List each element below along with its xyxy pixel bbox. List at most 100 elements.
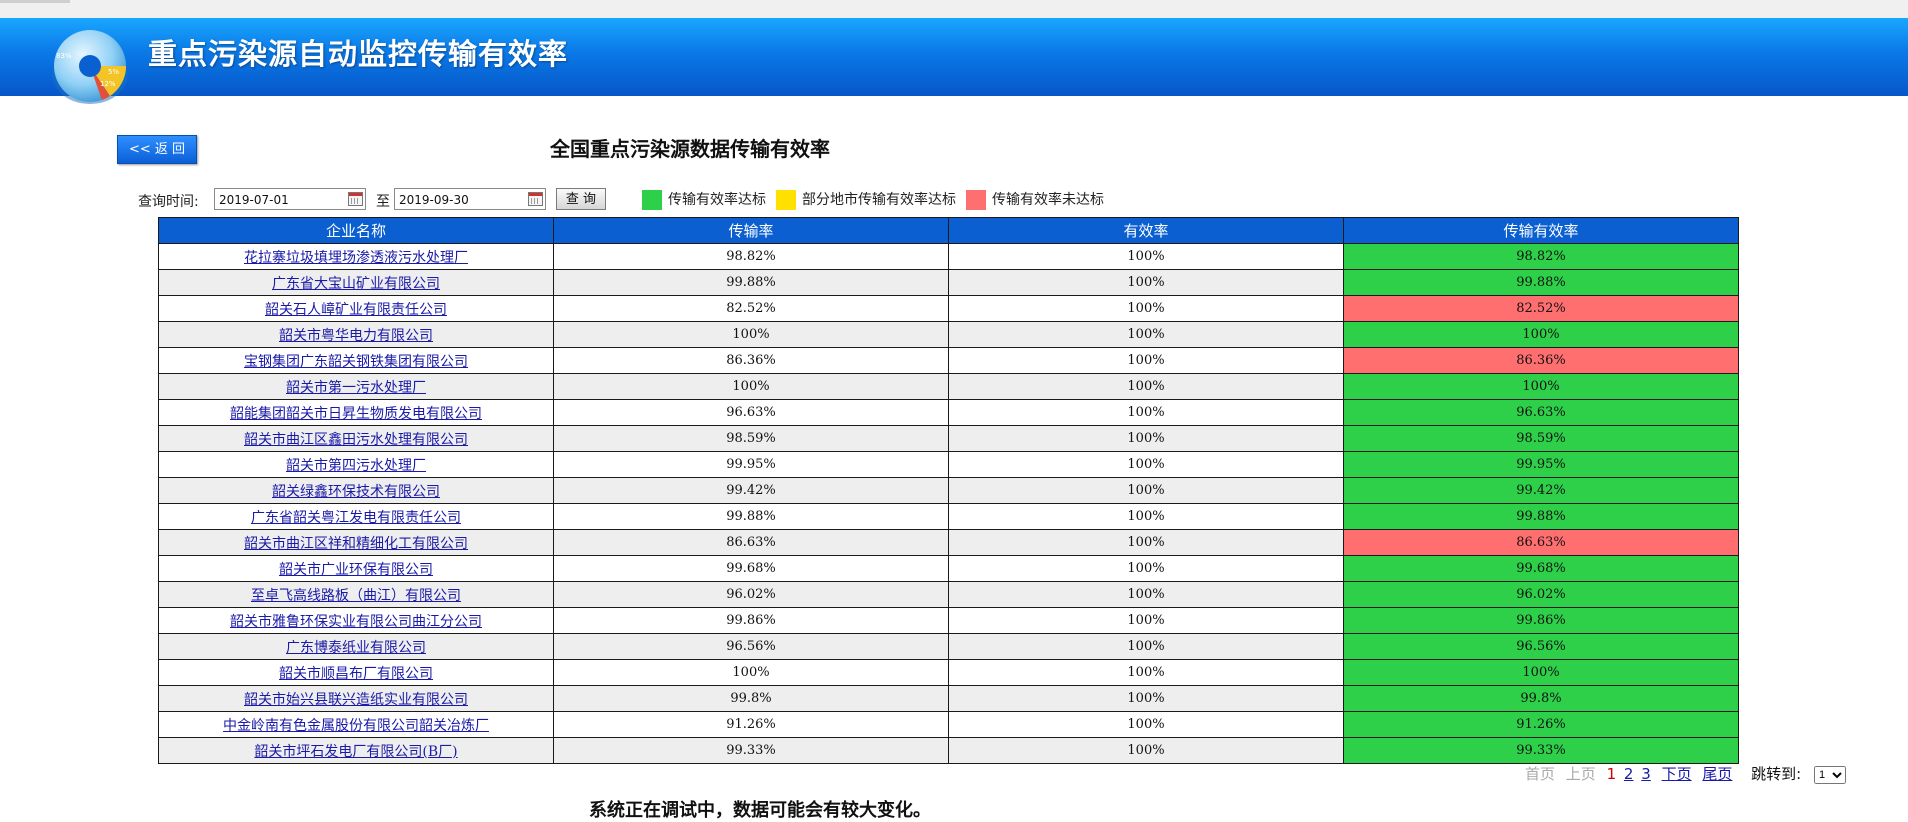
transfer-rate-cell: 98.82% xyxy=(553,243,949,270)
tab-indicator xyxy=(0,0,70,3)
company-link[interactable]: 宝钢集团广东韶关钢铁集团有限公司 xyxy=(244,354,468,370)
company-cell: 广东博泰纸业有限公司 xyxy=(158,633,554,660)
efficiency-table: 企业名称 传输率 有效率 传输有效率 花拉寨垃圾填埋场渗透液污水处理厂 98.82… xyxy=(158,217,1739,764)
calendar-icon[interactable] xyxy=(348,192,363,206)
page-title: 全国重点污染源数据传输有效率 xyxy=(550,137,830,161)
pager-page-1: 1 xyxy=(1606,765,1617,783)
table-row: 韶关市第四污水处理厂 99.95% 100% 99.95% xyxy=(158,451,1739,478)
transfer-rate-cell: 82.52% xyxy=(553,295,949,322)
company-link[interactable]: 花拉寨垃圾填埋场渗透液污水处理厂 xyxy=(244,250,468,266)
table-row: 韶能集团韶关市日昇生物质发电有限公司 96.63% 100% 96.63% xyxy=(158,399,1739,426)
to-label: 至 xyxy=(376,194,390,210)
table-row: 韶关市第一污水处理厂 100% 100% 100% xyxy=(158,373,1739,400)
transfer-rate-cell: 99.68% xyxy=(553,555,949,582)
efficiency-cell: 86.63% xyxy=(1343,529,1739,556)
table-row: 宝钢集团广东韶关钢铁集团有限公司 86.36% 100% 86.36% xyxy=(158,347,1739,374)
company-link[interactable]: 韶关市曲江区祥和精细化工有限公司 xyxy=(244,536,468,552)
table-row: 韶关市曲江区鑫田污水处理有限公司 98.59% 100% 98.59% xyxy=(158,425,1739,452)
company-link[interactable]: 至卓飞高线路板（曲江）有限公司 xyxy=(251,588,461,604)
valid-rate-cell: 100% xyxy=(948,711,1344,738)
efficiency-cell: 96.02% xyxy=(1343,581,1739,608)
end-date-value: 2019-09-30 xyxy=(399,193,469,207)
end-date-input[interactable]: 2019-09-30 xyxy=(394,188,546,210)
company-link[interactable]: 广东省大宝山矿业有限公司 xyxy=(272,276,440,292)
table-row: 韶关石人嶂矿业有限责任公司 82.52% 100% 82.52% xyxy=(158,295,1739,322)
jump-page-select[interactable]: 1 xyxy=(1814,765,1847,784)
table-row: 韶关市曲江区祥和精细化工有限公司 86.63% 100% 86.63% xyxy=(158,529,1739,556)
company-cell: 韶关市第一污水处理厂 xyxy=(158,373,554,400)
transfer-rate-cell: 86.63% xyxy=(553,529,949,556)
transfer-rate-cell: 99.42% xyxy=(553,477,949,504)
valid-rate-cell: 100% xyxy=(948,347,1344,374)
start-date-input[interactable]: 2019-07-01 xyxy=(214,188,366,210)
company-link[interactable]: 韶关市曲江区鑫田污水处理有限公司 xyxy=(244,432,468,448)
company-link[interactable]: 中金岭南有色金属股份有限公司韶关冶炼厂 xyxy=(223,718,489,734)
query-button[interactable]: 查 询 xyxy=(556,188,606,210)
company-link[interactable]: 韶关市坪石发电厂有限公司(B厂) xyxy=(254,744,457,760)
calendar-icon[interactable] xyxy=(528,192,543,206)
app-title: 重点污染源自动监控传输有效率 xyxy=(148,37,569,71)
table-row: 韶关市广业环保有限公司 99.68% 100% 99.68% xyxy=(158,555,1739,582)
company-link[interactable]: 广东省韶关粤江发电有限责任公司 xyxy=(251,510,461,526)
valid-rate-cell: 100% xyxy=(948,373,1344,400)
efficiency-cell: 96.63% xyxy=(1343,399,1739,426)
valid-rate-cell: 100% xyxy=(948,555,1344,582)
pagination: 首页 上页 1 2 3 下页 尾页 跳转到: 1 xyxy=(1525,764,1847,784)
transfer-rate-cell: 99.8% xyxy=(553,685,949,712)
pager-page-3[interactable]: 3 xyxy=(1641,765,1651,783)
transfer-rate-cell: 98.59% xyxy=(553,425,949,452)
header-transfer-efficiency: 传输有效率 xyxy=(1343,217,1739,244)
company-cell: 韶关市雅鲁环保实业有限公司曲江分公司 xyxy=(158,607,554,634)
company-link[interactable]: 韶关绿鑫环保技术有限公司 xyxy=(272,484,440,500)
pager-page-2[interactable]: 2 xyxy=(1624,765,1634,783)
efficiency-cell: 98.82% xyxy=(1343,243,1739,270)
pager-next[interactable]: 下页 xyxy=(1662,765,1692,783)
efficiency-cell: 99.88% xyxy=(1343,503,1739,530)
pager-prev: 上页 xyxy=(1565,765,1596,783)
transfer-rate-cell: 100% xyxy=(553,373,949,400)
logo-label-5: 5% xyxy=(108,68,119,76)
company-link[interactable]: 韶关市粤华电力有限公司 xyxy=(279,328,433,344)
company-link[interactable]: 韶关市广业环保有限公司 xyxy=(279,562,433,578)
table-row: 韶关市始兴县联兴造纸实业有限公司 99.8% 100% 99.8% xyxy=(158,685,1739,712)
company-link[interactable]: 韶关市顺昌布厂有限公司 xyxy=(279,666,433,682)
efficiency-cell: 100% xyxy=(1343,321,1739,348)
company-cell: 至卓飞高线路板（曲江）有限公司 xyxy=(158,581,554,608)
back-button[interactable]: << 返 回 xyxy=(117,135,197,164)
valid-rate-cell: 100% xyxy=(948,659,1344,686)
legend-swatch-red xyxy=(966,190,986,210)
company-cell: 广东省大宝山矿业有限公司 xyxy=(158,269,554,296)
valid-rate-cell: 100% xyxy=(948,607,1344,634)
table-row: 广东省韶关粤江发电有限责任公司 99.88% 100% 99.88% xyxy=(158,503,1739,530)
transfer-rate-cell: 99.88% xyxy=(553,503,949,530)
company-cell: 广东省韶关粤江发电有限责任公司 xyxy=(158,503,554,530)
company-link[interactable]: 韶关市雅鲁环保实业有限公司曲江分公司 xyxy=(230,614,482,630)
company-cell: 韶关绿鑫环保技术有限公司 xyxy=(158,477,554,504)
efficiency-cell: 99.95% xyxy=(1343,451,1739,478)
table-row: 中金岭南有色金属股份有限公司韶关冶炼厂 91.26% 100% 91.26% xyxy=(158,711,1739,738)
company-link[interactable]: 韶关市第四污水处理厂 xyxy=(286,458,426,474)
legend-label: 部分地市传输有效率达标 xyxy=(802,192,956,208)
query-time-label: 查询时间: xyxy=(138,194,199,210)
company-cell: 韶关市广业环保有限公司 xyxy=(158,555,554,582)
table-row: 韶关市雅鲁环保实业有限公司曲江分公司 99.86% 100% 99.86% xyxy=(158,607,1739,634)
header-transfer-rate: 传输率 xyxy=(553,217,949,244)
table-row: 韶关市顺昌布厂有限公司 100% 100% 100% xyxy=(158,659,1739,686)
company-cell: 韶关市顺昌布厂有限公司 xyxy=(158,659,554,686)
table-row: 至卓飞高线路板（曲江）有限公司 96.02% 100% 96.02% xyxy=(158,581,1739,608)
company-link[interactable]: 韶关市始兴县联兴造纸实业有限公司 xyxy=(244,692,468,708)
query-bar: 查询时间: 2019-07-01 至 2019-09-30 查 询 传输有效率达… xyxy=(138,188,1438,212)
table-row: 韶关市坪石发电厂有限公司(B厂) 99.33% 100% 99.33% xyxy=(158,737,1739,764)
efficiency-cell: 99.88% xyxy=(1343,269,1739,296)
transfer-rate-cell: 99.95% xyxy=(553,451,949,478)
footer-note: 系统正在调试中，数据可能会有较大变化。 xyxy=(589,800,931,821)
company-link[interactable]: 韶关市第一污水处理厂 xyxy=(286,380,426,396)
company-link[interactable]: 韶能集团韶关市日昇生物质发电有限公司 xyxy=(230,406,482,422)
company-link[interactable]: 韶关石人嶂矿业有限责任公司 xyxy=(265,302,447,318)
valid-rate-cell: 100% xyxy=(948,295,1344,322)
efficiency-cell: 98.59% xyxy=(1343,425,1739,452)
efficiency-cell: 86.36% xyxy=(1343,347,1739,374)
efficiency-cell: 100% xyxy=(1343,373,1739,400)
company-link[interactable]: 广东博泰纸业有限公司 xyxy=(286,640,426,656)
pager-last[interactable]: 尾页 xyxy=(1702,765,1732,783)
